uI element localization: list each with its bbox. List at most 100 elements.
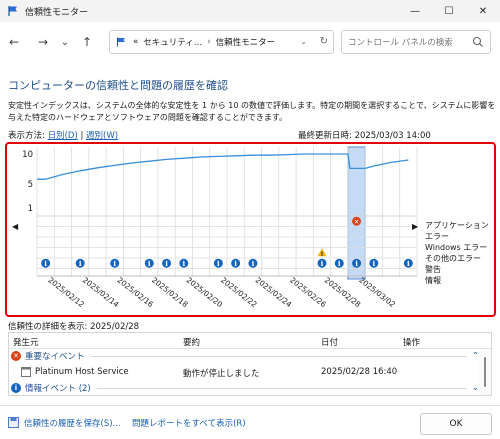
close-button[interactable]: ✕ — [466, 0, 500, 22]
legend-info: 情報 — [425, 276, 441, 285]
info-icon-glyph: i — [338, 259, 341, 268]
scroll-left-arrow[interactable]: ◀ — [12, 222, 18, 231]
info-icon-glyph: i — [44, 259, 47, 268]
vertical-scrollbar[interactable] — [479, 349, 491, 395]
warning-icon-glyph: ! — [321, 251, 324, 258]
view-weekly-link[interactable]: 週別(W) — [86, 131, 118, 141]
info-icon-glyph: i — [182, 259, 185, 268]
info-icon-glyph: i — [148, 259, 151, 268]
x-tick-label: 2025/02/20 — [185, 275, 225, 309]
x-tick-label: 2025/02/28 — [323, 275, 363, 309]
legend-windows-error: Windows エラー — [425, 243, 488, 252]
view-all-reports-link[interactable]: 問題レポートをすべて表示(R) — [132, 417, 246, 429]
info-events-group[interactable]: i 情報イベント (2) ⌄ — [9, 381, 479, 395]
info-icon-glyph: i — [252, 259, 255, 268]
flag-icon — [8, 6, 17, 16]
info-icon-glyph: i — [355, 259, 358, 268]
chevron-up-icon[interactable]: ⌃ — [472, 351, 479, 361]
view-separator: | — [80, 131, 84, 141]
column-summary[interactable]: 要約 — [183, 336, 200, 348]
refresh-icon[interactable]: ↻ — [320, 36, 328, 47]
search-input[interactable]: コントロール パネルの検索 — [341, 30, 491, 54]
legend-other-error: その他のエラー — [425, 254, 481, 263]
app-icon — [21, 367, 31, 380]
breadcrumb-overflow[interactable]: « — [133, 37, 138, 47]
app-error-icon-glyph: ✕ — [354, 218, 359, 226]
last-updated-label: 最終更新日時: — [298, 131, 352, 141]
chevron-down-icon[interactable]: ⌄ — [300, 37, 307, 46]
navigation-bar: ← → ⌄ ↑ « セキュリティ… › 信頼性モニター ⌄ ↻ コントロール パ… — [0, 26, 500, 58]
y-tick-label: 1 — [28, 204, 33, 214]
view-by-row: 表示方法: 日別(D) | 週別(W) — [8, 129, 118, 141]
chart-legend: アプリケーション エラー Windows エラー その他のエラー 警告 情報 — [425, 220, 494, 286]
y-tick-label: 10 — [22, 150, 33, 160]
page-title: コンピューターの信頼性と問題の履歴を確認 — [8, 79, 228, 92]
info-icon-glyph: i — [79, 259, 82, 268]
search-icon — [472, 36, 483, 47]
reliability-chart[interactable]: 10 5 1 ✕! i i i i i i i i i i i i i i 2025/02/12 2025/02/14… — [5, 142, 496, 317]
back-button[interactable]: ← — [3, 31, 25, 53]
breadcrumb-separator: › — [207, 37, 211, 47]
info-icon: i — [11, 383, 21, 393]
details-label-prefix: 信頼性の詳細を表示: — [8, 322, 88, 332]
x-tick-label: 2025/02/26 — [288, 275, 328, 309]
scrollbar-thumb[interactable] — [484, 357, 486, 387]
control-panel-icon — [117, 37, 125, 47]
title-bar: 信頼性モニター — ☐ ✕ — [0, 0, 500, 22]
x-tick-label: 2025/02/16 — [115, 275, 155, 309]
y-tick-label: 5 — [28, 180, 33, 190]
table-header: 発生元 要約 日付 操作 — [9, 333, 491, 349]
row-date: 2025/02/28 16:40 — [321, 367, 398, 377]
info-icon-glyph: i — [372, 259, 375, 268]
error-icon: ✕ — [11, 351, 21, 361]
column-date[interactable]: 日付 — [321, 336, 338, 348]
x-tick-label: 2025/02/12 — [46, 275, 86, 309]
breadcrumb-reliability-monitor[interactable]: 信頼性モニター — [216, 36, 276, 48]
info-icon-glyph: i — [217, 259, 220, 268]
info-icon-glyph: i — [165, 259, 168, 268]
x-tick-label: 2025/02/18 — [150, 275, 190, 309]
breadcrumb-security[interactable]: セキュリティ… — [143, 36, 202, 48]
maximize-button[interactable]: ☐ — [432, 0, 466, 22]
search-placeholder: コントロール パネルの検索 — [348, 38, 453, 48]
last-updated-value: 2025/03/03 14:00 — [354, 131, 431, 141]
info-icon-glyph: i — [321, 259, 324, 268]
chevron-down-icon[interactable]: ⌄ — [472, 383, 479, 393]
column-action[interactable]: 操作 — [403, 336, 420, 348]
x-tick-label: 2025/02/24 — [254, 275, 294, 309]
legend-warning: 警告 — [425, 265, 441, 274]
x-tick-label: 2025/02/14 — [81, 275, 121, 309]
details-table: 発生元 要約 日付 操作 ✕ 重要なイベント ⌃ Platinum Host S… — [8, 332, 492, 396]
page-description: 安定性インデックスは、システムの全体的な安定性を 1 から 10 の数値で評価し… — [8, 101, 496, 122]
recent-pages-button[interactable]: ⌄ — [54, 31, 76, 53]
row-summary: 動作が停止しました — [183, 369, 260, 379]
column-source[interactable]: 発生元 — [13, 336, 39, 348]
x-tick-label: 2025/02/22 — [219, 275, 259, 309]
view-by-label: 表示方法: — [8, 131, 45, 141]
info-icon-glyph: i — [113, 259, 116, 268]
x-tick-label: 2025/03/02 — [357, 275, 397, 309]
window-title: 信頼性モニター — [25, 7, 89, 18]
forward-button[interactable]: → — [32, 31, 54, 53]
minimize-button[interactable]: — — [398, 0, 432, 22]
info-icon-glyph: i — [234, 259, 237, 268]
ok-button[interactable]: OK — [420, 413, 492, 435]
address-bar[interactable]: « セキュリティ… › 信頼性モニター ⌄ ↻ — [109, 30, 334, 54]
details-label-date: 2025/02/28 — [90, 322, 140, 332]
info-icon-glyph: i — [407, 259, 410, 268]
scroll-right-arrow[interactable]: ▶ — [412, 222, 418, 231]
table-row[interactable]: Platinum Host Service 動作が停止しました 2025/02/… — [9, 365, 479, 379]
details-label: 信頼性の詳細を表示: 2025/02/28 — [8, 320, 139, 332]
info-group-label: 情報イベント (2) — [25, 384, 91, 394]
save-history-link[interactable]: 信頼性の履歴を保存(S)... — [24, 417, 121, 429]
up-button[interactable]: ↑ — [76, 31, 98, 53]
reliability-chart-canvas[interactable]: 1051✕!i i i i i i i i i i i i i i2025/02/122025/02/14… — [7, 144, 494, 315]
last-updated: 最終更新日時: 2025/03/03 14:00 — [298, 129, 431, 141]
bottom-bar: 信頼性の履歴を保存(S)... 問題レポートをすべて表示(R) OK — [0, 405, 500, 439]
legend-app-error: アプリケーション エラー — [425, 221, 489, 241]
critical-events-group[interactable]: ✕ 重要なイベント ⌃ — [9, 349, 479, 363]
save-icon — [8, 417, 19, 428]
row-source: Platinum Host Service — [35, 367, 129, 377]
view-daily-link[interactable]: 日別(D) — [48, 131, 78, 141]
critical-group-label: 重要なイベント — [25, 352, 85, 362]
